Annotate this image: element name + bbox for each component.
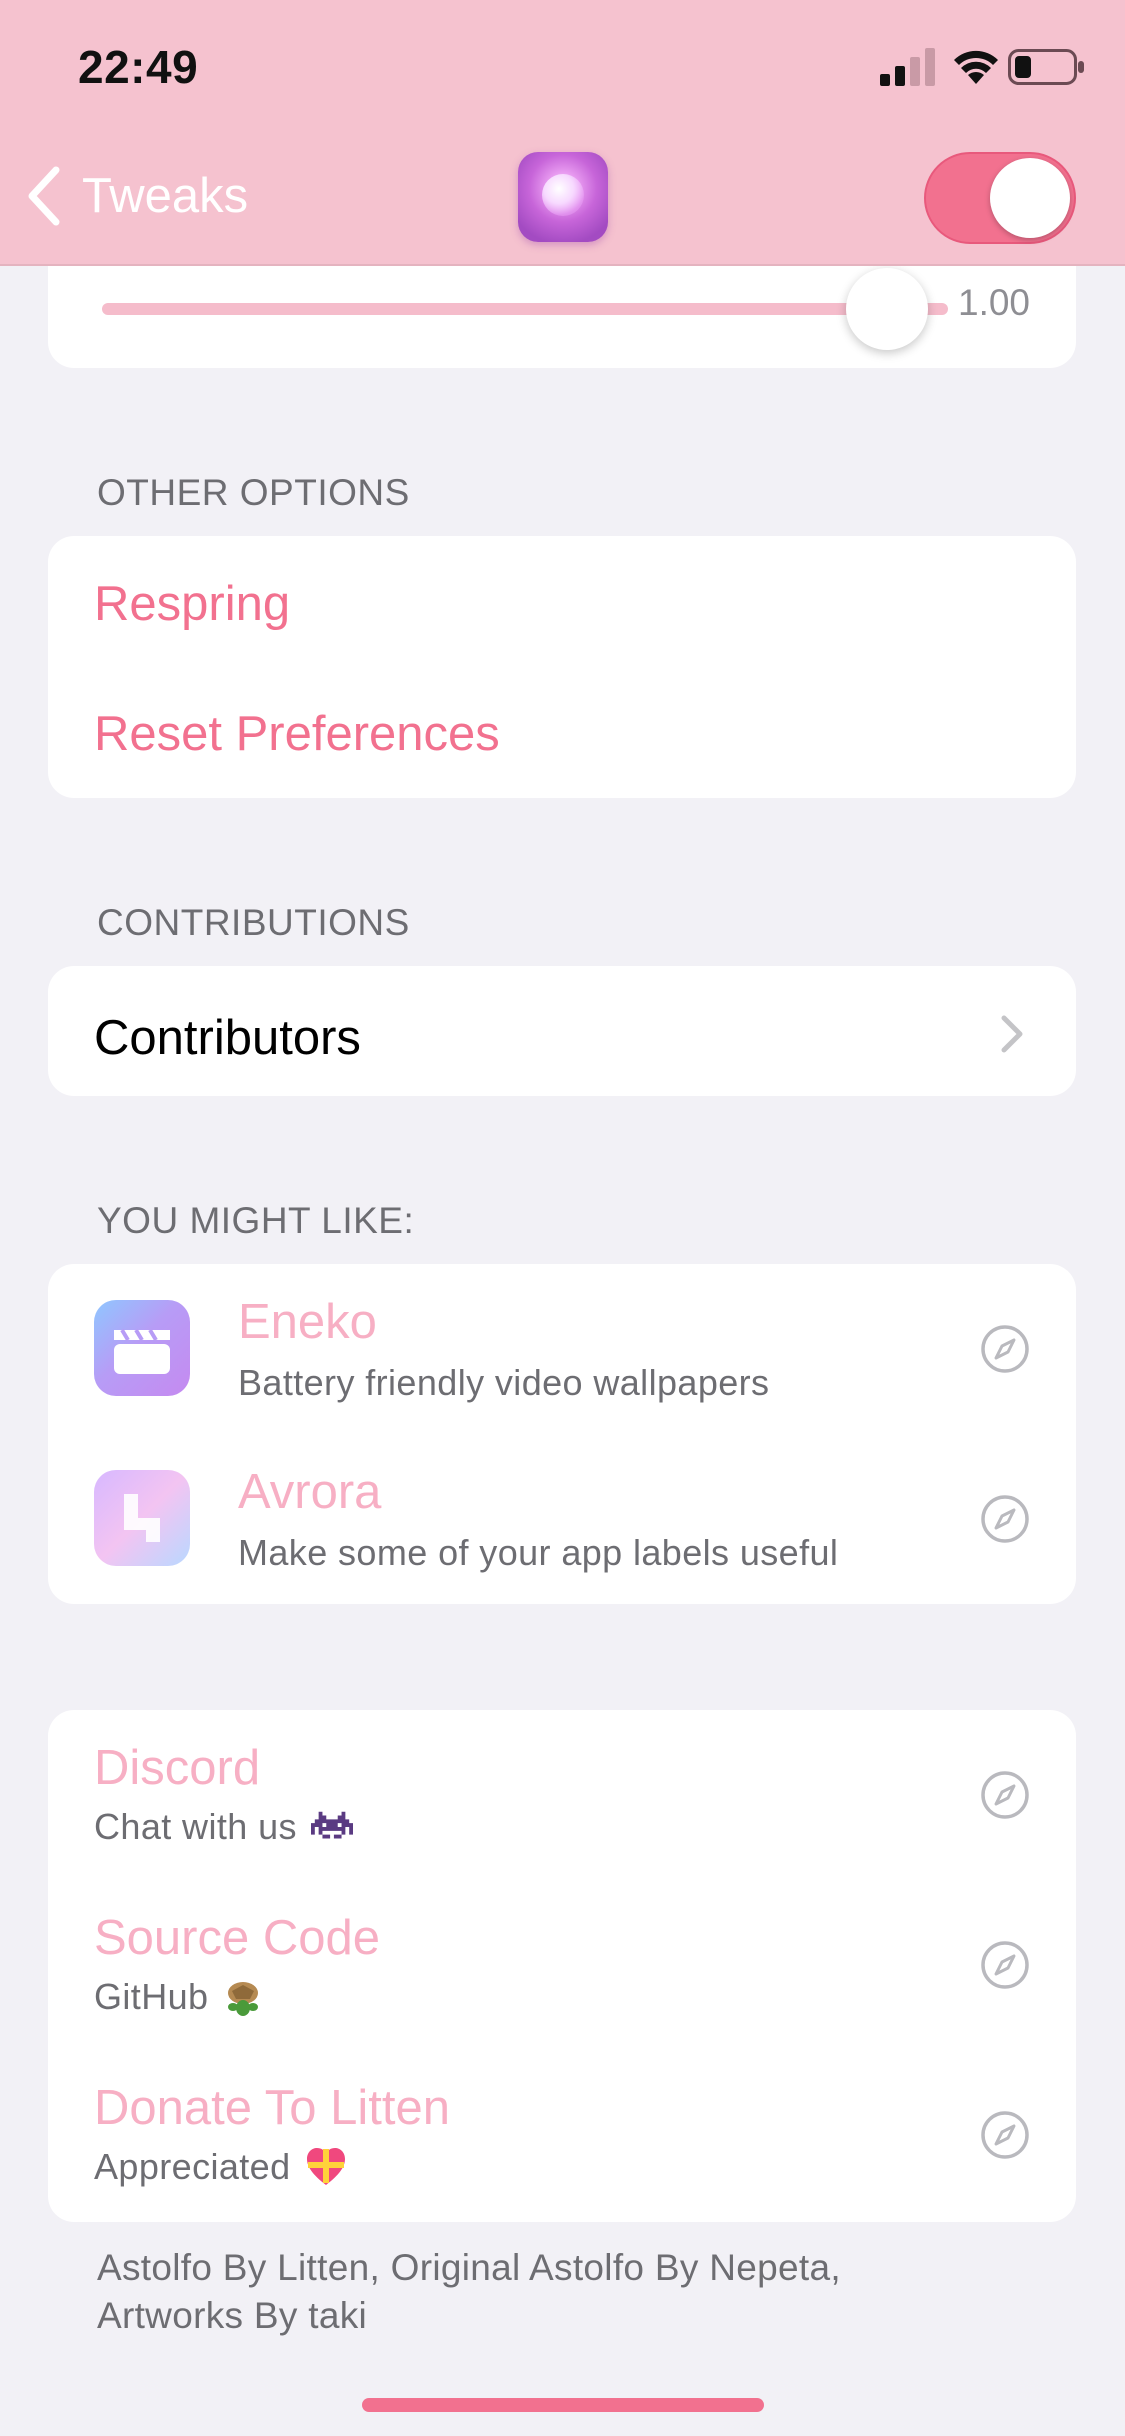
you-might-like-card: Eneko Battery friendly video wallpapers … — [48, 1264, 1076, 1604]
avrora-icon — [94, 1470, 190, 1566]
astolfo-app-icon — [518, 152, 608, 242]
space-invader-icon — [310, 1811, 353, 1839]
links-card: Discord Chat with us Source Code GitHub — [48, 1710, 1076, 2222]
compass-icon — [981, 2111, 1029, 2159]
reset-preferences-button[interactable]: Reset Preferences — [94, 706, 500, 762]
promo-row-avrora[interactable]: Avrora Make some of your app labels usef… — [48, 1434, 1076, 1604]
enable-tweak-toggle[interactable] — [924, 152, 1076, 244]
cellular-signal-icon — [880, 48, 935, 86]
status-time: 22:49 — [78, 41, 199, 93]
section-header-you-might-like: YOU MIGHT LIKE: — [97, 1200, 415, 1241]
donate-link-row[interactable]: Donate To Litten Appreciated — [48, 2050, 1076, 2222]
discord-link-row[interactable]: Discord Chat with us — [48, 1710, 1076, 1880]
credits-line-1: Astolfo By Litten, Original Astolfo By N… — [97, 2247, 841, 2288]
other-options-card: Respring Reset Preferences — [48, 536, 1076, 798]
promo-subtitle: Make some of your app labels useful — [238, 1532, 839, 1573]
clapperboard-icon — [94, 1300, 190, 1396]
contributors-row[interactable]: Contributors — [48, 966, 1076, 1096]
credits-footer: Astolfo By Litten, Original Astolfo By N… — [97, 2244, 997, 2340]
link-subtitle: Chat with us — [94, 1806, 297, 1847]
link-subtitle: GitHub — [94, 1976, 209, 2017]
link-title: Source Code — [94, 1911, 381, 1965]
gift-heart-icon — [306, 2148, 345, 2185]
slider-value-label: 1.00 — [958, 282, 1031, 323]
wifi-icon — [954, 50, 998, 84]
link-subtitle-row: Chat with us — [94, 1806, 353, 1848]
promo-row-eneko[interactable]: Eneko Battery friendly video wallpapers — [48, 1264, 1076, 1434]
respring-button[interactable]: Respring — [94, 576, 290, 632]
compass-icon — [981, 1941, 1029, 1989]
orb-graphic — [542, 174, 584, 216]
section-header-contributions: CONTRIBUTIONS — [97, 902, 410, 943]
section-header-other-options: OTHER OPTIONS — [97, 472, 410, 513]
back-button[interactable]: Tweaks — [22, 160, 248, 232]
source-code-link-row[interactable]: Source Code GitHub — [48, 1880, 1076, 2050]
promo-title: Eneko — [238, 1295, 377, 1349]
slider-track[interactable] — [102, 303, 948, 315]
link-subtitle-row: GitHub — [94, 1976, 264, 2018]
credits-line-2: Artworks By taki — [97, 2295, 368, 2336]
chevron-right-icon — [1001, 1015, 1023, 1053]
link-title: Discord — [94, 1741, 261, 1795]
compass-icon — [981, 1325, 1029, 1373]
compass-icon — [981, 1771, 1029, 1819]
home-indicator[interactable] — [362, 2398, 764, 2412]
navigation-bar: 22:49 Tweaks — [0, 0, 1125, 266]
promo-subtitle: Battery friendly video wallpapers — [238, 1362, 770, 1403]
turtle-icon — [228, 1982, 259, 2016]
promo-title: Avrora — [238, 1465, 382, 1519]
toggle-knob — [990, 158, 1070, 238]
back-label: Tweaks — [82, 169, 249, 223]
link-subtitle: Appreciated — [94, 2146, 291, 2187]
battery-icon — [1008, 49, 1084, 85]
chevron-left-icon — [28, 166, 60, 226]
link-subtitle-row: Appreciated — [94, 2146, 347, 2188]
compass-icon — [981, 1495, 1029, 1543]
link-title: Donate To Litten — [94, 2081, 450, 2135]
contributors-label: Contributors — [94, 1011, 361, 1065]
slider-thumb[interactable] — [846, 268, 928, 350]
